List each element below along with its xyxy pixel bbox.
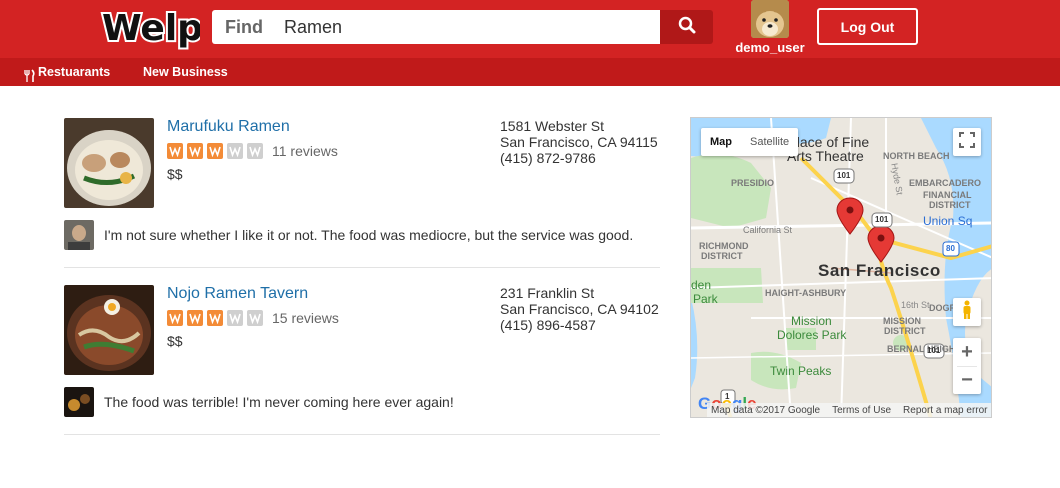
map-label: MISSION <box>883 316 922 326</box>
map-label: Arts Theatre <box>787 148 864 164</box>
star-icon <box>207 310 223 326</box>
map-label: DISTRICT <box>929 200 971 210</box>
star-icon <box>187 310 203 326</box>
price-level: $$ <box>167 166 183 182</box>
report-map-error-link[interactable]: Report a map error <box>903 405 987 416</box>
review-snippet: The food was terrible! I'm never coming … <box>64 387 660 417</box>
star-icon <box>167 310 183 326</box>
star-empty-icon <box>247 310 263 326</box>
user-avatar[interactable] <box>751 0 789 38</box>
terms-of-use-link[interactable]: Terms of Use <box>832 405 891 416</box>
zoom-out-button[interactable]: − <box>953 366 981 394</box>
map-label: HAIGHT-ASHBURY <box>765 288 847 298</box>
username[interactable]: demo_user <box>729 40 811 55</box>
map-city-label: San Francisco <box>818 261 941 280</box>
phone-number: (415) 896-4587 <box>500 317 596 333</box>
highway-shield-label: 101 <box>927 346 941 355</box>
map-label: Twin Peaks <box>770 364 832 378</box>
top-header: Welp Find demo_user Log Out <box>0 0 1060 58</box>
zoom-in-button[interactable]: + <box>953 338 981 366</box>
rating-stars: 15 reviews <box>167 310 339 326</box>
map-widget[interactable]: alace of Fine Arts Theatre NORTH BEACH P… <box>690 117 992 418</box>
review-text: I'm not sure whether I like it or not. T… <box>104 227 634 243</box>
map-label: NORTH BEACH <box>883 151 950 161</box>
logout-button[interactable]: Log Out <box>817 8 918 45</box>
city-state-zip: San Francisco, CA 94102 <box>500 301 659 317</box>
welp-logo[interactable]: Welp <box>100 2 200 52</box>
search-input[interactable] <box>284 12 644 42</box>
address-block: 1581 Webster St San Francisco, CA 94115 … <box>500 118 658 166</box>
review-count: 11 reviews <box>272 143 338 159</box>
map-label: Union Sq <box>923 214 973 228</box>
map-label: Park <box>693 292 718 306</box>
price-level: $$ <box>167 333 183 349</box>
restaurant-name-link[interactable]: Nojo Ramen Tavern <box>167 285 308 303</box>
divider <box>64 267 660 268</box>
map-label: PRESIDIO <box>731 178 775 188</box>
divider <box>64 434 660 435</box>
star-empty-icon <box>227 143 243 159</box>
map-label: RICHMOND <box>699 241 749 251</box>
nav-new-business[interactable]: New Business <box>143 58 228 86</box>
reviewer-avatar[interactable] <box>64 220 94 250</box>
star-empty-icon <box>227 310 243 326</box>
map-label: EMBARCADERO <box>909 178 981 188</box>
street-address: 1581 Webster St <box>500 118 605 134</box>
map-label: FINANCIAL <box>923 190 972 200</box>
utensils-icon <box>22 65 36 82</box>
search-icon <box>678 16 696 39</box>
rating-stars: 11 reviews <box>167 143 338 159</box>
nav-restaurants-label: Restuarants <box>38 65 111 79</box>
star-icon <box>187 143 203 159</box>
review-text: The food was terrible! I'm never coming … <box>104 394 454 410</box>
nav-bar: Restuarants New Business <box>0 58 1060 86</box>
pegman-icon <box>961 300 973 325</box>
nav-restaurants[interactable]: Restuarants <box>22 58 110 86</box>
street-address: 231 Franklin St <box>500 285 595 301</box>
phone-number: (415) 872-9786 <box>500 150 596 166</box>
map-type-map-button[interactable]: Map <box>701 128 741 156</box>
zoom-divider <box>957 366 977 367</box>
map-data-credit: Map data ©2017 Google <box>711 404 821 416</box>
map-label: DISTRICT <box>884 326 926 336</box>
highway-shield-label: 80 <box>946 244 955 253</box>
map-label: Dolores Park <box>777 328 847 342</box>
star-empty-icon <box>247 143 263 159</box>
map-footer: Map data ©2017 Google Terms of Use Repor… <box>707 403 991 417</box>
map-label: DISTRICT <box>701 251 743 261</box>
highway-shield-label: 101 <box>837 171 851 180</box>
address-block: 231 Franklin St San Francisco, CA 94102 … <box>500 285 659 333</box>
star-icon <box>207 143 223 159</box>
search-button[interactable] <box>660 10 713 44</box>
reviewer-avatar[interactable] <box>64 387 94 417</box>
map-label: 16th St <box>901 300 930 310</box>
map-label: Mission <box>791 314 832 328</box>
street-view-pegman[interactable] <box>953 298 981 326</box>
map-type-satellite-button[interactable]: Satellite <box>741 128 798 156</box>
star-icon <box>167 143 183 159</box>
logo-text: Welp <box>102 8 200 49</box>
map-label: California St <box>743 225 793 235</box>
review-count: 15 reviews <box>272 310 339 326</box>
city-state-zip: San Francisco, CA 94115 <box>500 134 658 150</box>
restaurant-photo[interactable] <box>64 285 154 375</box>
fullscreen-icon <box>959 131 975 153</box>
search-bar: Find <box>212 10 660 44</box>
map-label: den <box>691 278 712 292</box>
zoom-control: + − <box>953 338 981 394</box>
fullscreen-button[interactable] <box>953 128 981 156</box>
find-label: Find <box>225 16 263 37</box>
map-type-control: Map Satellite <box>701 128 799 156</box>
review-snippet: I'm not sure whether I like it or not. T… <box>64 220 660 250</box>
restaurant-name-link[interactable]: Marufuku Ramen <box>167 118 290 136</box>
highway-shield-label: 101 <box>875 215 889 224</box>
restaurant-photo[interactable] <box>64 118 154 208</box>
